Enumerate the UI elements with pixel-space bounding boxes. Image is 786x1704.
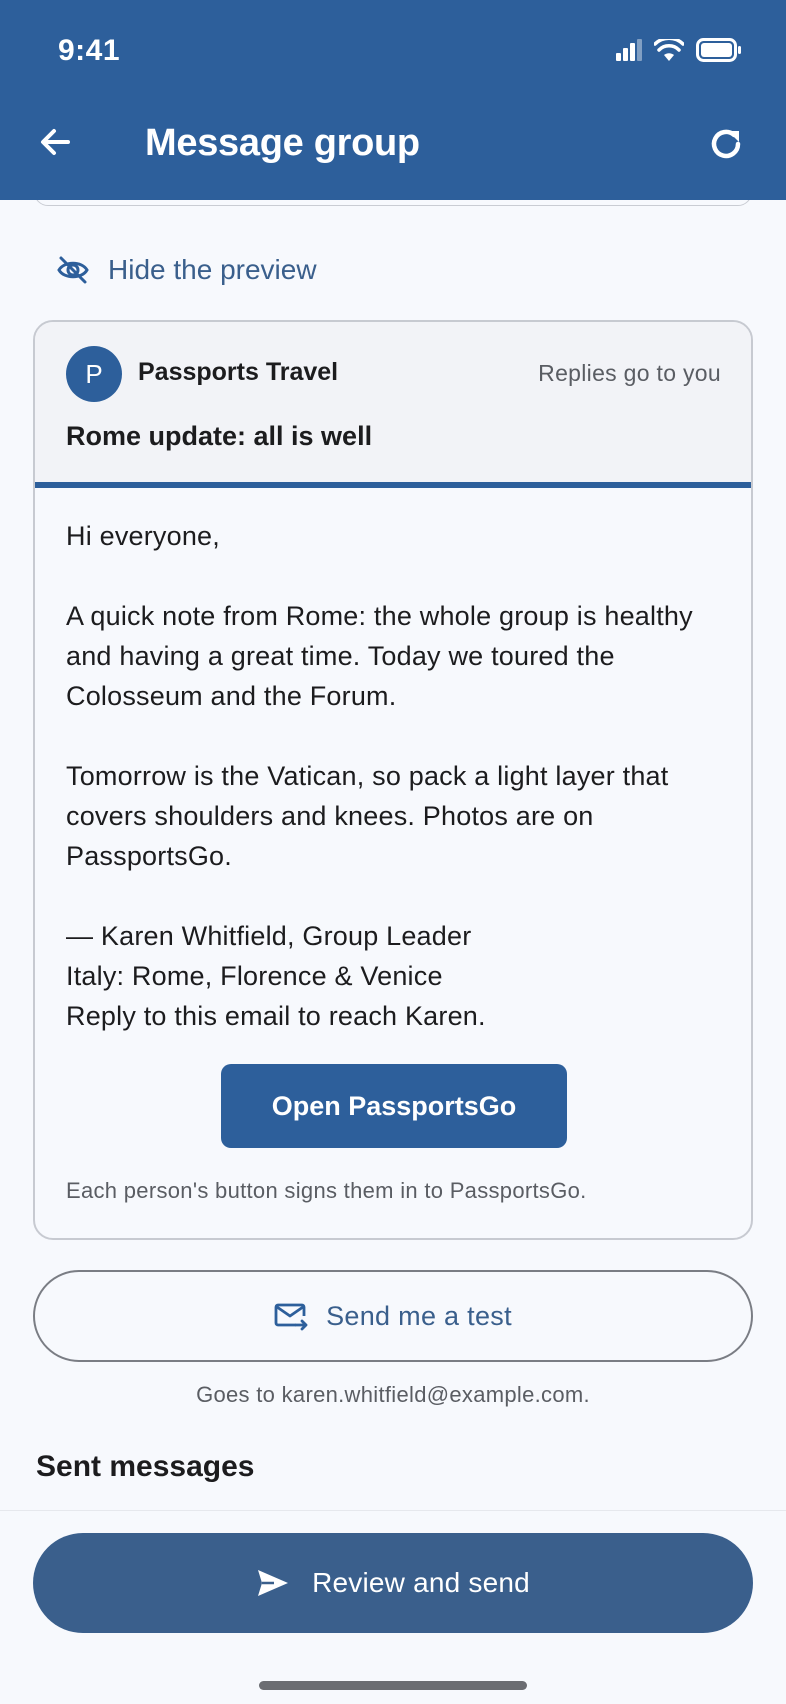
back-arrow-icon[interactable]: [34, 120, 78, 164]
review-and-send-label: Review and send: [312, 1567, 530, 1598]
eye-off-icon: [57, 256, 89, 284]
main-content: Hide the preview P Passports Travel Repl…: [0, 200, 786, 1510]
open-passportsgo-button[interactable]: Open PassportsGo: [221, 1064, 567, 1148]
wifi-icon: [654, 39, 684, 61]
home-indicator[interactable]: [259, 1681, 527, 1690]
hide-preview-label: Hide the preview: [108, 254, 317, 285]
send-test-button[interactable]: Send me a test: [33, 1270, 753, 1362]
email-preview-header: P Passports Travel Replies go to you Rom…: [35, 322, 751, 488]
email-signature-1: — Karen Whitfield, Group Leader: [66, 921, 472, 951]
send-icon: [258, 1570, 289, 1596]
email-subject: Rome update: all is well: [66, 421, 373, 451]
bottom-action-bar: Review and send: [0, 1510, 786, 1704]
test-recipient-note: Goes to karen.whitfield@example.com.: [196, 1382, 590, 1407]
email-preview-card: P Passports Travel Replies go to you Rom…: [33, 320, 753, 1240]
email-paragraph-2: Tomorrow is the Vatican, so pack a light…: [66, 761, 669, 871]
send-test-label: Send me a test: [326, 1300, 512, 1331]
previous-card-edge: [34, 200, 752, 206]
replies-note: Replies go to you: [538, 360, 721, 386]
mail-send-icon: [274, 1303, 308, 1331]
hide-preview-button[interactable]: Hide the preview: [56, 254, 317, 286]
status-time: 9:41: [58, 34, 121, 67]
sent-messages-heading: Sent messages: [36, 1450, 255, 1483]
email-signature-2: Italy: Rome, Florence & Venice: [66, 961, 443, 991]
email-paragraph-1: A quick note from Rome: the whole group …: [66, 601, 693, 711]
page-title: Message group: [145, 122, 420, 164]
review-and-send-button[interactable]: Review and send: [33, 1533, 753, 1633]
sender-name: Passports Travel: [138, 358, 339, 386]
cta-footnote: Each person's button signs them in to Pa…: [66, 1178, 587, 1203]
sender-avatar: P: [66, 346, 122, 402]
app-bar: 9:41 Message group: [0, 0, 786, 200]
status-icons: [616, 38, 742, 62]
email-body: Hi everyone, A quick note from Rome: the…: [66, 516, 726, 1036]
refresh-icon[interactable]: [704, 122, 748, 166]
email-greeting: Hi everyone,: [66, 521, 220, 551]
signal-icon: [616, 39, 642, 61]
email-signature-3: Reply to this email to reach Karen.: [66, 1001, 486, 1031]
battery-icon: [696, 38, 741, 62]
